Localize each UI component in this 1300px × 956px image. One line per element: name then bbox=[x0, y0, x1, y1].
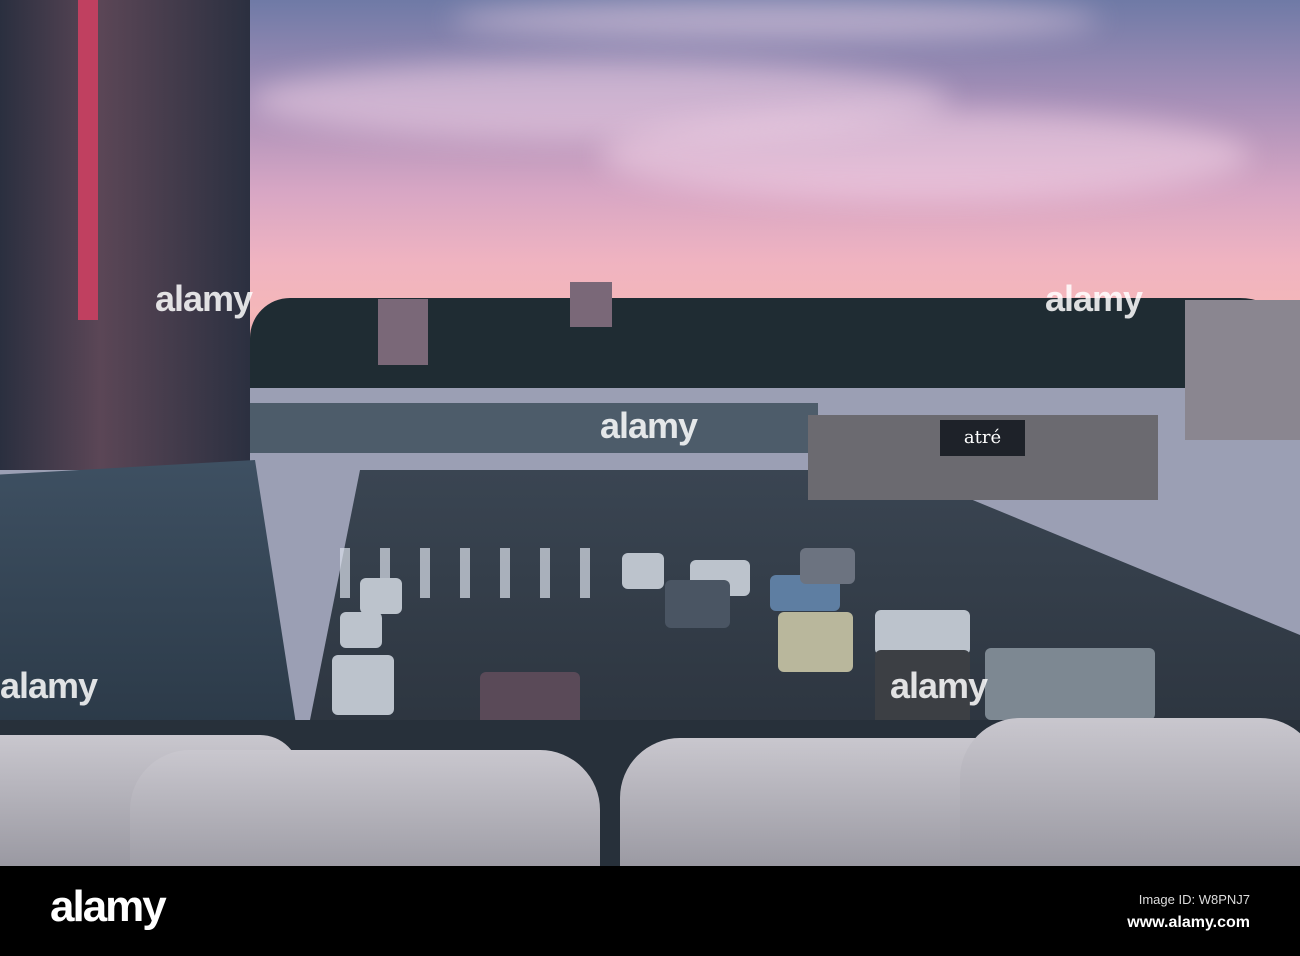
taxi bbox=[778, 612, 853, 672]
website-link[interactable]: www.alamy.com bbox=[1127, 914, 1250, 932]
crosswalk-stripe bbox=[460, 548, 470, 598]
image-id: Image ID: W8PNJ7 bbox=[1138, 892, 1250, 907]
car bbox=[332, 655, 394, 715]
cloud bbox=[450, 0, 1100, 40]
building-right bbox=[1185, 300, 1300, 440]
watermark: alamy bbox=[890, 665, 988, 706]
car bbox=[622, 553, 664, 589]
crosswalk-stripe bbox=[500, 548, 510, 598]
watermark: alamy bbox=[0, 665, 98, 706]
building-left bbox=[0, 0, 250, 470]
stone-railing bbox=[960, 718, 1300, 866]
tower-building bbox=[378, 299, 428, 365]
car bbox=[665, 580, 730, 628]
watermark: alamy bbox=[1045, 278, 1143, 319]
footer-bar bbox=[0, 866, 1300, 956]
street-sunset-photo: atré alamy alamy alamy alamy alamy bbox=[0, 0, 1300, 866]
crosswalk-stripe bbox=[340, 548, 350, 598]
alamy-logo: alamy bbox=[50, 882, 167, 931]
car bbox=[360, 578, 402, 614]
railway-bridge bbox=[248, 403, 818, 453]
truck bbox=[985, 648, 1155, 720]
car bbox=[800, 548, 855, 584]
car bbox=[340, 612, 382, 648]
building-sign-stripe bbox=[78, 0, 98, 320]
watermark: alamy bbox=[600, 405, 698, 446]
stone-railing bbox=[130, 750, 600, 866]
store-sign: atré bbox=[940, 420, 1025, 456]
watermark: alamy bbox=[155, 278, 253, 319]
crosswalk-stripe bbox=[580, 548, 590, 598]
crosswalk-stripe bbox=[540, 548, 550, 598]
tower-building bbox=[570, 282, 612, 327]
truck bbox=[875, 610, 970, 655]
cloud bbox=[600, 110, 1250, 200]
crosswalk-stripe bbox=[420, 548, 430, 598]
